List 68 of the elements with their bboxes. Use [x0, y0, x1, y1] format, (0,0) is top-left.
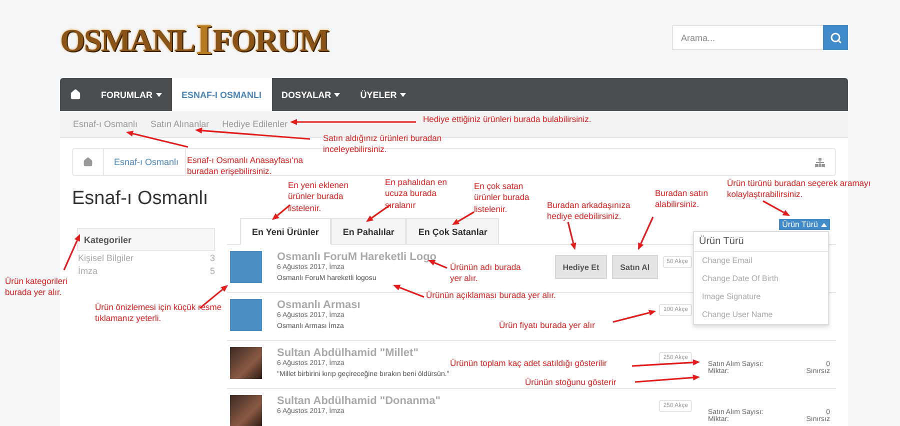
category-link[interactable]: Kişisel Bilgiler: [78, 253, 134, 263]
annotation-note: Ürün kategorileri burada yer alır.: [5, 276, 68, 299]
menu-heading: Ürün Türü: [694, 232, 828, 252]
photo-placeholder[interactable]: [230, 347, 262, 379]
annotation-note: Satın aldığınız ürünleri buradan inceleyebilirsiniz.: [323, 133, 443, 156]
tab[interactable]: En Pahalılar: [330, 218, 406, 244]
arrow: [634, 374, 700, 383]
arrow: [452, 211, 474, 225]
subnav-link[interactable]: Hediye Edilenler: [222, 119, 288, 129]
product-title[interactable]: Sultan Abdülhamid "Donanma": [277, 395, 440, 407]
product-title[interactable]: Sultan Abdülhamid "Millet": [277, 347, 418, 359]
annotation-note: Ürünün stoğunu gösterir: [525, 377, 616, 388]
annotation-note: Ürün önizlemesi için küçük resme tıklamanız yeterli.: [95, 302, 223, 325]
home-icon[interactable]: [83, 157, 93, 167]
search-button[interactable]: [823, 25, 848, 50]
sitemap-icon[interactable]: [815, 158, 825, 166]
annotation-note: Ürün türünü buradan seçerek aramayı kolaylaştırabilirsiniz.: [727, 178, 872, 201]
product-title[interactable]: Osmanlı ForuM Hareketli Logo: [277, 251, 437, 263]
menu-item[interactable]: Change Email: [694, 252, 828, 270]
subnav-link[interactable]: Esnaf-ı Osmanlı: [73, 119, 138, 129]
annotation-note: Buradan satın alabilirsiniz.: [655, 188, 709, 211]
annotation-note: En pahalıdan en ucuza burada sıralanır: [385, 177, 448, 212]
nav-tab[interactable]: ESNAF-I OSMANLI: [172, 78, 272, 111]
search-icon: [830, 32, 842, 44]
arrow: [126, 130, 188, 148]
annotation-note: En yeni eklenen ürünler burada listelenir.: [288, 180, 350, 214]
subnav-link[interactable]: Satın Alınanlar: [150, 119, 210, 129]
photo-placeholder[interactable]: [230, 395, 262, 426]
arrow: [762, 200, 790, 216]
menu-item[interactable]: Change Date Of Birth: [694, 270, 828, 288]
arrow: [567, 222, 576, 250]
product-title[interactable]: Osmanlı Arması: [277, 299, 360, 311]
category-link[interactable]: İmza: [78, 266, 98, 276]
category-count: 5: [210, 266, 215, 276]
arrow: [632, 359, 700, 367]
annotation-note: Ürünün toplam kaç adet satıldığı gösterilir: [450, 358, 607, 370]
sidebar-heading: Kategoriler: [77, 228, 215, 251]
annotation-note: En çok satan ürünler burada listelenir.: [474, 181, 530, 216]
annotation-note: Ürünün açıklaması burada yer alır.: [426, 290, 556, 302]
action-button[interactable]: Hediye Et: [554, 255, 608, 279]
caret-icon: [821, 222, 827, 226]
menu-item[interactable]: Image Signature: [694, 288, 828, 306]
breadcrumb-link[interactable]: Esnaf-ı Osmanlı: [114, 149, 186, 175]
search-field[interactable]: Arama...: [672, 25, 823, 50]
annotation-note: Esnaf-ı Osmanlı Anasayfası'na buradan erişebilirsiniz.: [187, 155, 304, 178]
nav-tab[interactable]: DOSYALAR: [272, 78, 350, 111]
annotation-note: Hediye ettiğiniz ürünleri burada bulabilirsiniz.: [423, 114, 592, 126]
arrow: [393, 284, 424, 298]
menu-item[interactable]: Change User Name: [694, 306, 828, 324]
thumbnail-image[interactable]: [230, 299, 262, 331]
tab[interactable]: En Yeni Ürünler: [240, 218, 331, 245]
type-filter-button[interactable]: Ürün Türü: [779, 219, 830, 230]
annotation-note: Buradan arkadaşınıza hediye edebilirsiniz.: [547, 200, 632, 223]
annotation-note: Ürün fiyatı burada yer alır: [499, 320, 595, 332]
annotation-note: Ürünün adı burada yer alır.: [450, 262, 522, 285]
arrow: [638, 216, 654, 250]
arrow: [200, 285, 228, 309]
nav-tab[interactable]: FORUMLAR: [91, 78, 172, 111]
arrow: [612, 310, 656, 323]
logo[interactable]: OSMANLIFORUM: [60, 18, 328, 62]
arrow: [63, 234, 80, 270]
action-button[interactable]: Satın Al: [612, 255, 658, 279]
page-title: Esnaf-ı Osmanlı: [72, 188, 208, 211]
nav-tab[interactable]: ÜYELER: [350, 78, 416, 111]
category-count: 3: [210, 253, 215, 263]
thumbnail-image[interactable]: [230, 251, 262, 283]
home-icon: [70, 89, 81, 100]
tab[interactable]: En Çok Satanlar: [406, 218, 500, 244]
